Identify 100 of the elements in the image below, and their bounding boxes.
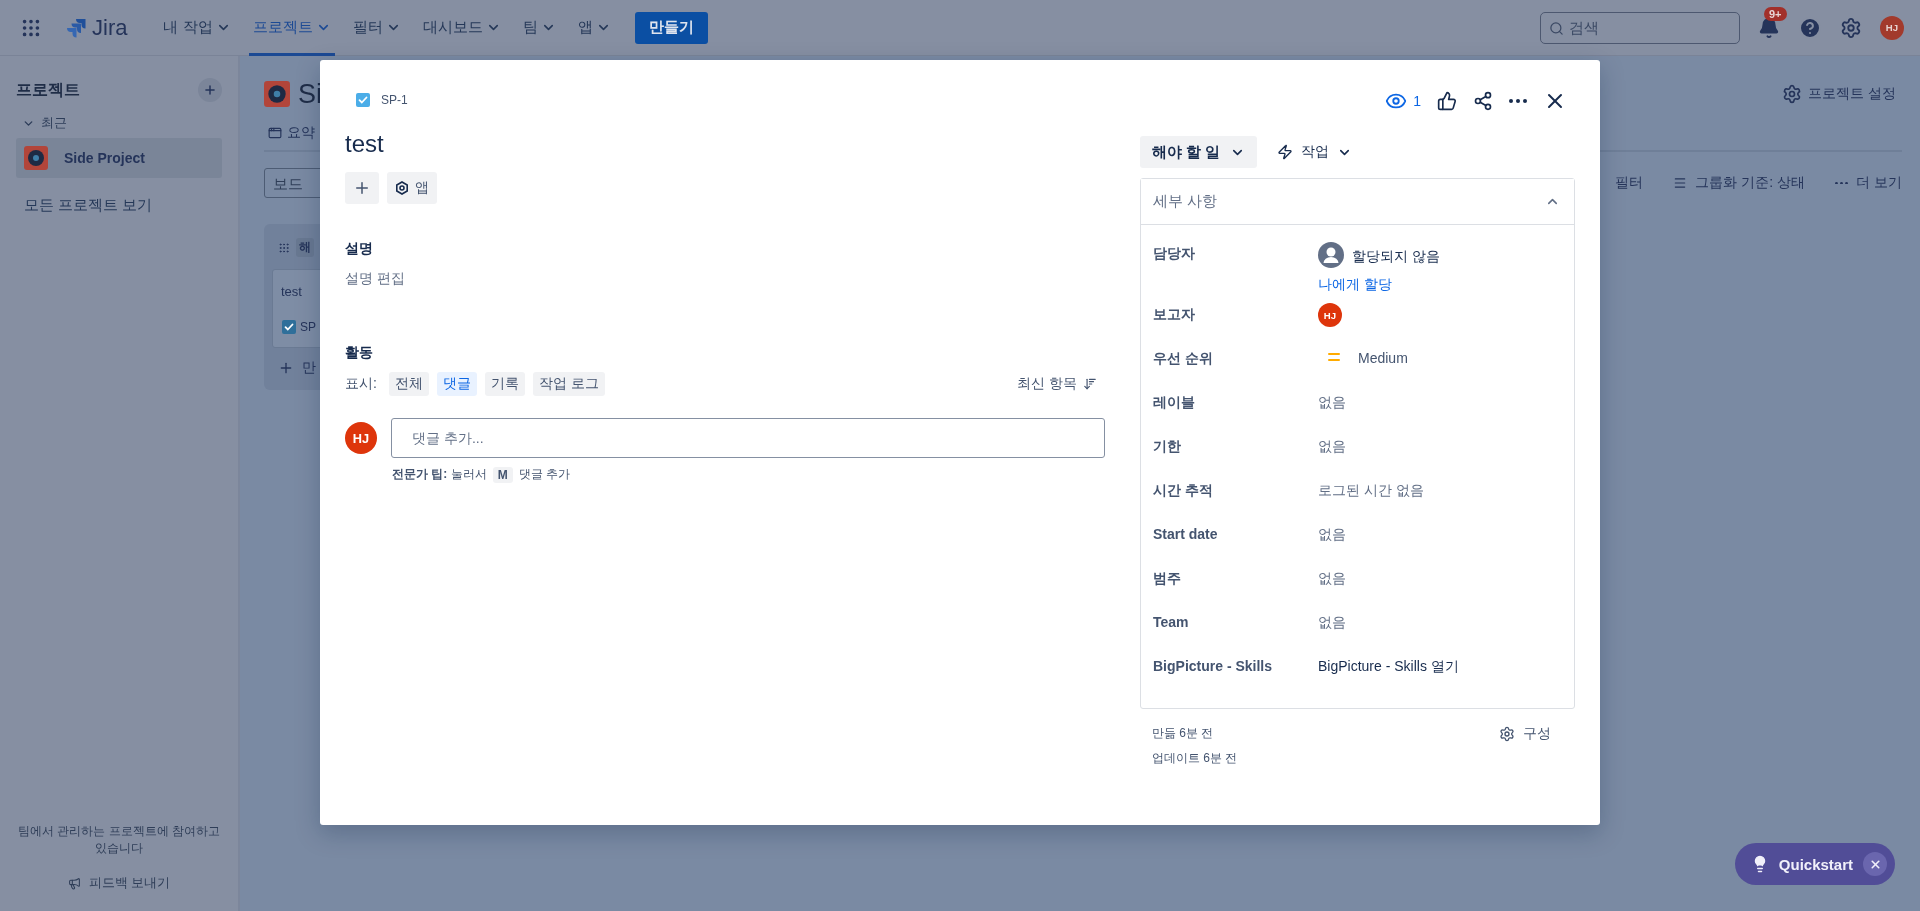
issue-key: SP [300,320,316,334]
menu-icon [1673,176,1688,190]
logo-icon [66,17,86,38]
activity-filter[interactable]: 기록 [484,372,525,396]
field-label: Start date [1153,525,1219,542]
field-label: 보고자 [1153,305,1196,324]
tip-text: 전문가 팁: 눌러서 [392,466,487,483]
notification-badge: 9+ [1764,6,1787,21]
section-heading: 설명 [345,240,374,258]
nav-menu[interactable]: 앱 [573,0,615,56]
toolbar-button[interactable]: 더 보기 [1835,174,1902,192]
search-field[interactable]: 검색 [1540,11,1740,44]
nav-menu[interactable]: 프로젝트 [248,0,335,56]
field-label: 범주 [1153,569,1182,588]
shortcut-key: M [492,466,513,483]
activity-filter[interactable]: 전체 [388,372,429,396]
user-icon [1318,242,1344,268]
card-title: test [281,284,303,299]
like-button[interactable] [1437,91,1457,111]
actions-button[interactable]: 작업 [1277,143,1353,161]
lightning-icon [1277,144,1294,160]
assign-to-me-link[interactable]: 나에게 할당 [1318,276,1562,294]
add-button[interactable] [345,172,379,204]
task-icon [281,319,297,335]
thumbs-up-icon [1437,91,1457,111]
close-button[interactable] [1863,852,1887,876]
window-icon [268,126,282,140]
bell-icon [1758,16,1780,39]
more-icon [1835,181,1849,185]
status-button[interactable]: 해야 할 일 [1140,136,1258,168]
field-value: 없음 [1318,613,1347,632]
settings-icon [1840,16,1862,39]
notifications-button[interactable] [1758,16,1780,39]
plus-icon [353,179,371,197]
activity-filter[interactable]: 작업 로그 [532,372,605,396]
settings-button[interactable] [1840,16,1862,39]
details-header[interactable]: 세부 사항 [1141,179,1574,225]
all-projects-link[interactable]: 모든 프로젝트 보기 [24,196,222,215]
more-button[interactable] [1509,99,1527,103]
field-label: 시간 추적 [1153,481,1214,500]
watch-button[interactable]: 1 [1385,90,1421,112]
project-icon [264,81,290,107]
field-value: 로그된 시간 없음 [1318,481,1425,500]
search-icon [1549,20,1564,36]
settings-icon [1499,726,1515,742]
updated-time: 업데이트 6분 전 [1152,750,1238,767]
apps-button[interactable]: 앱 [387,172,437,204]
tip-text: 댓글 추가 [518,466,571,483]
field-value: 없음 [1318,437,1347,456]
nav-menu[interactable]: 내 작업 [159,0,235,56]
user-avatar: HJ [345,422,377,454]
task-icon [355,92,371,108]
field-value[interactable]: BigPicture - Skills 열기 [1318,655,1562,676]
section-heading: 활동 [345,344,374,362]
section-label: 최근 [41,114,67,132]
quickstart-button[interactable]: Quickstart [1734,843,1895,885]
sidebar-item[interactable]: Side Project [16,138,222,178]
sort-button[interactable]: 최신 항목 [1017,375,1105,393]
field-label: 기한 [1153,437,1182,456]
hexagon-icon [395,181,409,195]
more-icon [1509,99,1527,103]
field-label: BigPicture - Skills [1153,657,1274,674]
sort-icon [1083,377,1097,391]
add-project-button[interactable] [198,78,222,102]
share-button[interactable] [1473,91,1493,111]
product-name[interactable]: Jira [92,14,128,41]
close-icon [1868,857,1882,871]
field-label: 담당자 [1153,244,1196,263]
show-label: 표시: [345,375,377,393]
activity-filter[interactable]: 댓글 [436,372,477,396]
nav-menu[interactable]: 필터 [348,0,405,56]
user-avatar[interactable]: HJ [1880,15,1904,40]
nav-menu[interactable]: 대시보드 [418,0,505,56]
field-value: 할당되지 않음 [1352,246,1440,266]
create-button[interactable]: 만들기 [634,11,708,44]
footer-text: 팀에서 관리하는 프로젝트에 참여하고 있습니다 [17,823,221,857]
feedback-button[interactable]: 피드백 보내기 [61,873,177,893]
drag-handle-icon[interactable] [278,241,290,254]
settings-icon [1782,84,1803,104]
configure-button[interactable]: 구성 [1499,725,1563,743]
comment-field[interactable]: 댓글 추가... [391,418,1105,458]
field-label: Team [1153,613,1190,630]
plus-icon [278,360,294,376]
issue-key-link[interactable]: SP-1 [381,93,408,107]
description-placeholder[interactable]: 설명 편집 [345,270,1105,288]
nav-menu[interactable]: 팀 [518,0,560,56]
toolbar-button[interactable]: 필터 [1615,174,1644,192]
project-settings-button[interactable]: 프로젝트 설정 [1776,83,1902,105]
issue-title[interactable]: test [345,130,1105,158]
toolbar-button[interactable]: 그룹화 기준: 상태 [1673,174,1806,192]
user-avatar: HJ [1318,303,1342,327]
field-value: 없음 [1318,393,1347,412]
plus-icon [203,83,217,97]
field-value: 없음 [1318,525,1347,544]
project-title: Si [298,78,322,110]
megaphone-icon [67,876,81,890]
summary-tab[interactable]: 요약 [264,124,315,142]
sidebar-title: 프로젝트 [16,79,80,100]
create-issue-button[interactable]: 만 [272,358,322,378]
field-value: Medium [1358,349,1408,366]
